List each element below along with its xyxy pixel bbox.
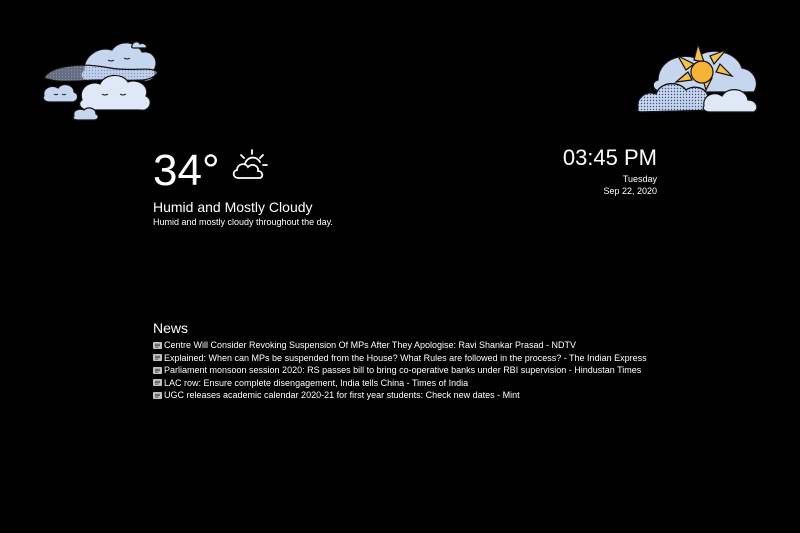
newspaper-icon [153,391,162,399]
clock-day: Tuesday [622,174,657,184]
news-title: News [153,320,189,336]
news-item[interactable]: Explained: When can MPs be suspended fro… [153,352,713,365]
news-panel: News Centre Will Consider Revoking Suspe… [153,320,713,402]
clock-panel: 03:45 PM Tuesday Sep 22, 2020 [563,145,657,197]
temperature: 34° [153,146,220,195]
clock-time: 03:45 PM [562,145,657,170]
clouds-icon [42,41,159,121]
newspaper-icon [153,341,162,349]
newspaper-icon [153,354,162,362]
news-item[interactable]: Parliament monsoon session 2020: RS pass… [153,364,713,377]
mirror-screen: 34° Humid and Mostly Cloudy Humid and mo… [0,0,800,533]
news-headline: UGC releases academic calendar 2020-21 f… [164,390,520,400]
weather-panel: 34° Humid and Mostly Cloudy Humid and mo… [153,146,473,228]
newspaper-icon [153,366,162,374]
weather-summary: Humid and Mostly Cloudy [153,199,313,215]
temperature-row: 34° [153,146,473,196]
news-headline: Centre Will Consider Revoking Suspension… [164,340,577,350]
news-item[interactable]: UGC releases academic calendar 2020-21 f… [153,389,713,402]
news-headline: LAC row: Ensure complete disengagement, … [164,377,469,388]
news-item[interactable]: LAC row: Ensure complete disengagement, … [153,377,713,390]
news-item[interactable]: Centre Will Consider Revoking Suspension… [153,339,713,352]
news-list: Centre Will Consider Revoking Suspension… [153,339,713,402]
news-headline: Explained: When can MPs be suspended fro… [164,352,647,363]
clock-date: Sep 22, 2020 [603,186,657,196]
weather-description: Humid and mostly cloudy throughout the d… [153,217,333,227]
news-headline: Parliament monsoon session 2020: RS pass… [164,365,642,375]
sun-behind-cloud-icon [636,42,758,113]
newspaper-icon [153,379,162,387]
partly-cloudy-day-icon [232,149,268,179]
